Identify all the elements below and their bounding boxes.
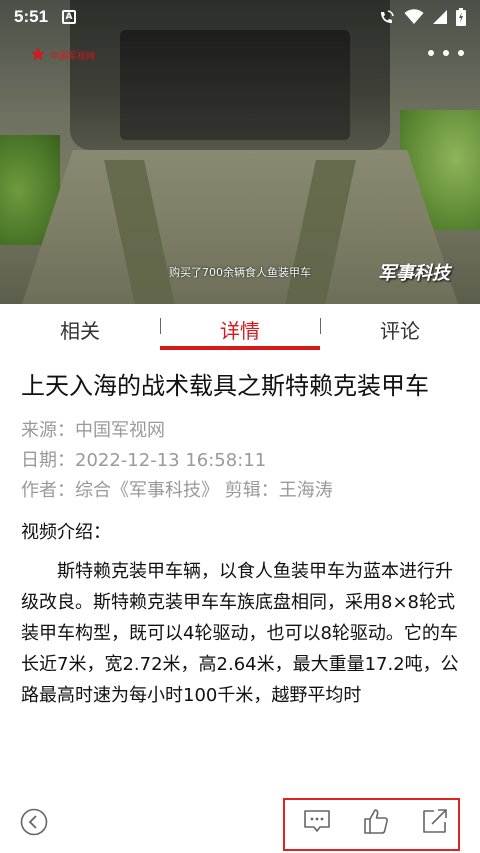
status-bar: 5:51 A [0, 0, 480, 34]
article-author: 作者：综合《军事科技》 剪辑：王海涛 [21, 480, 333, 501]
article-body: 斯特赖克装甲车辆，以食人鱼装甲车为蓝本进行升级改良。斯特赖克装甲车车族底盘相同，… [21, 561, 459, 706]
more-dot [428, 50, 434, 56]
status-time: 5:51 [14, 7, 49, 26]
more-dots-icon[interactable] [428, 44, 464, 62]
article-meta: 来源：中国军视网 日期：2022-12-13 16:58:11 作者：综合《军事… [21, 416, 461, 506]
like-icon[interactable] [361, 806, 391, 836]
share-icon[interactable] [420, 806, 450, 836]
signal-icon [433, 10, 447, 24]
bottom-bar [0, 784, 480, 853]
comment-icon[interactable] [302, 806, 332, 836]
tab-bar: 相关 详情 评论 [0, 304, 480, 354]
video-intro-label: 视频介绍： [21, 522, 111, 543]
more-dot [458, 50, 464, 56]
video-logo-text: 中国军视网 [50, 52, 96, 62]
wifi-call-icon [381, 10, 394, 23]
article-source: 来源：中国军视网 [21, 420, 165, 441]
tab-comments[interactable]: 评论 [320, 304, 480, 354]
battery-icon [456, 8, 466, 26]
article-date: 日期：2022-12-13 16:58:11 [21, 450, 267, 471]
video-player[interactable]: 中国军视网 购买了700余辆食人鱼装甲车 军事科技 [0, 0, 480, 304]
video-scene-hatch [120, 30, 350, 140]
back-icon[interactable] [20, 808, 48, 836]
tab-details[interactable]: 详情 [160, 304, 320, 354]
status-icons [378, 8, 466, 26]
more-dot [443, 50, 449, 56]
wifi-icon [404, 9, 424, 24]
tab-divider [160, 318, 161, 334]
logo-star-icon [31, 47, 45, 61]
tab-divider [320, 318, 321, 334]
article-title: 上天入海的战术载具之斯特赖克装甲车 [21, 372, 429, 400]
article-content: 上天入海的战术载具之斯特赖克装甲车 来源：中国军视网 日期：2022-12-13… [21, 366, 461, 714]
tab-related[interactable]: 相关 [0, 304, 160, 354]
video-watermark: 军事科技 [378, 263, 450, 284]
notification-icon: A [62, 10, 77, 24]
